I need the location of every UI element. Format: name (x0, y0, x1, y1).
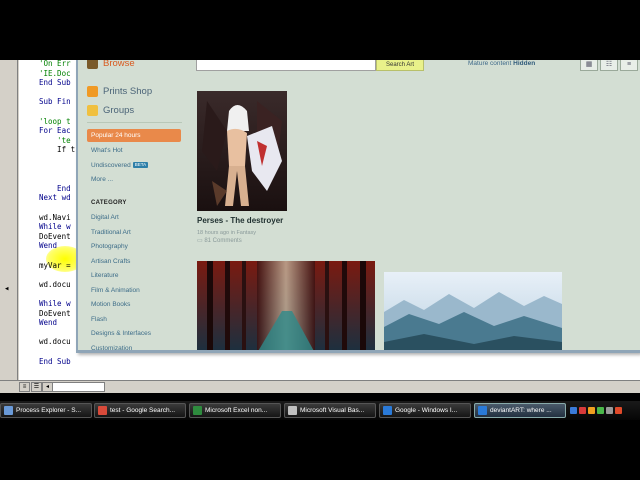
margin-indicator-icon: ◂ (4, 284, 10, 294)
code-line[interactable]: End Sub (39, 357, 71, 366)
app-icon (383, 406, 392, 415)
nav-prints-shop[interactable]: Prints Shop (87, 86, 152, 97)
taskbar-button[interactable]: test - Google Search... (94, 403, 186, 418)
category-item[interactable]: Literature (91, 271, 118, 280)
code-line[interactable]: End (39, 184, 71, 193)
comment-icon: ▭ (197, 238, 203, 244)
volume-icon[interactable] (606, 407, 613, 414)
scroll-track[interactable] (52, 382, 105, 392)
alert-icon[interactable] (615, 407, 622, 414)
code-line[interactable]: DoEvent (39, 309, 71, 318)
taskbar-button-label: test - Google Search... (110, 407, 176, 414)
nav-groups-label: Groups (103, 105, 135, 116)
artwork-title[interactable]: Perses - The destroyer (197, 216, 283, 225)
nav-groups[interactable]: Groups (87, 105, 134, 116)
code-line[interactable]: wd.Navi (39, 213, 71, 222)
artwork-comments[interactable]: ▭ 81 Comments (197, 237, 242, 245)
category-item[interactable]: Digital Art (91, 213, 119, 222)
nav-prints-label: Prints Shop (103, 86, 153, 97)
code-line[interactable]: End Sub (39, 78, 71, 87)
status-icon[interactable] (597, 407, 604, 414)
mountain-landscape-image (384, 272, 562, 350)
category-item[interactable]: Designs & Interfaces (91, 329, 151, 338)
artwork-thumbnail[interactable] (384, 272, 562, 350)
app-icon (478, 406, 487, 415)
code-line[interactable]: Sub Fin (39, 97, 71, 106)
artwork-thumbnail[interactable] (197, 91, 287, 211)
nav-browse[interactable]: Browse (87, 60, 135, 69)
category-heading: CATEGORY (91, 200, 127, 206)
taskbar-button-label: Google - Windows I... (395, 407, 458, 414)
category-item[interactable]: Customization (91, 344, 132, 351)
code-line[interactable]: For Eac (39, 126, 71, 135)
full-module-view-button[interactable]: ☰ (31, 382, 42, 392)
sort-more[interactable]: More ... (91, 175, 113, 184)
artwork-comments-label: 81 Comments (204, 238, 242, 244)
taskbar-button-label: Microsoft Visual Bas... (300, 407, 365, 414)
taskbar: Process Explorer - S... test - Google Sea… (0, 401, 640, 420)
category-item[interactable]: Film & Animation (91, 286, 140, 295)
sidebar: Browse Prints Shop Groups Popular 24 hou… (78, 60, 188, 351)
code-line[interactable]: Wend (39, 241, 57, 250)
forest-image (197, 261, 375, 350)
sort-undiscovered[interactable]: Undiscovered BETA (91, 161, 149, 170)
code-line[interactable]: wd.docu (39, 337, 71, 346)
taskbar-button[interactable]: Microsoft Visual Bas... (284, 403, 376, 418)
sort-undiscovered-label: Undiscovered (91, 162, 131, 169)
app-icon (193, 406, 202, 415)
gallery: Perses - The destroyer 18 hours ago in F… (196, 60, 640, 350)
code-line[interactable]: 'IE.Doc (39, 69, 71, 78)
category-item[interactable]: Flash (91, 315, 107, 324)
taskbar-button-label: Process Explorer - S... (16, 407, 82, 414)
code-line[interactable]: Next wd (39, 193, 71, 202)
sort-popular-24-hours[interactable]: Popular 24 hours (87, 129, 181, 142)
desktop: ◂ 'On Err 'IE.Doc End Sub Sub Fin'loop t For… (0, 0, 640, 480)
code-line[interactable]: While w (39, 299, 71, 308)
code-line[interactable]: DoEvent (39, 232, 71, 241)
taskbar-button-label: deviantART: where ... (490, 407, 552, 414)
horizontal-scrollbar[interactable]: ≡ ☰ ◂ (0, 380, 640, 393)
app-icon (98, 406, 107, 415)
prints-shop-icon (87, 86, 98, 97)
security-icon[interactable] (579, 407, 586, 414)
taskbar-button[interactable]: Google - Windows I... (379, 403, 471, 418)
category-item[interactable]: Artisan Crafts (91, 257, 130, 266)
browser-window: Search Art Mature content Hidden ▦ ☷ ≡ B… (76, 60, 640, 353)
code-line[interactable]: Wend (39, 318, 57, 327)
browse-icon (87, 60, 98, 69)
category-item[interactable]: Motion Books (91, 300, 130, 309)
code-line[interactable]: myVar = (39, 261, 71, 270)
code-line[interactable]: 'te (39, 136, 71, 145)
app-icon (288, 406, 297, 415)
app-icon (4, 406, 13, 415)
divider (87, 122, 182, 123)
taskbar-button[interactable]: Process Explorer - S... (0, 403, 92, 418)
procedure-view-button[interactable]: ≡ (19, 382, 30, 392)
taskbar-button[interactable]: Microsoft Excel non... (189, 403, 281, 418)
artwork-meta: 18 hours ago in Fantasy (197, 230, 257, 236)
code-margin: ◂ (0, 60, 18, 380)
code-line[interactable]: wd.docu (39, 280, 71, 289)
update-icon[interactable] (588, 407, 595, 414)
code-line[interactable]: 'loop t (39, 117, 71, 126)
groups-icon (87, 105, 98, 116)
system-tray (570, 404, 640, 417)
code-line[interactable]: While w (39, 222, 71, 231)
fantasy-art-image (197, 91, 287, 211)
sort-whats-hot[interactable]: What's Hot (91, 146, 123, 155)
code-line[interactable]: If t (39, 145, 75, 154)
taskbar-button-label: Microsoft Excel non... (205, 407, 268, 414)
code-line[interactable]: 'On Err (39, 59, 71, 68)
network-icon[interactable] (570, 407, 577, 414)
category-item[interactable]: Photography (91, 242, 128, 251)
taskbar-button[interactable]: deviantART: where ... (474, 403, 566, 418)
nav-browse-label: Browse (103, 60, 135, 69)
artwork-thumbnail[interactable] (197, 261, 375, 350)
category-item[interactable]: Traditional Art (91, 228, 131, 237)
beta-badge: BETA (132, 162, 149, 169)
